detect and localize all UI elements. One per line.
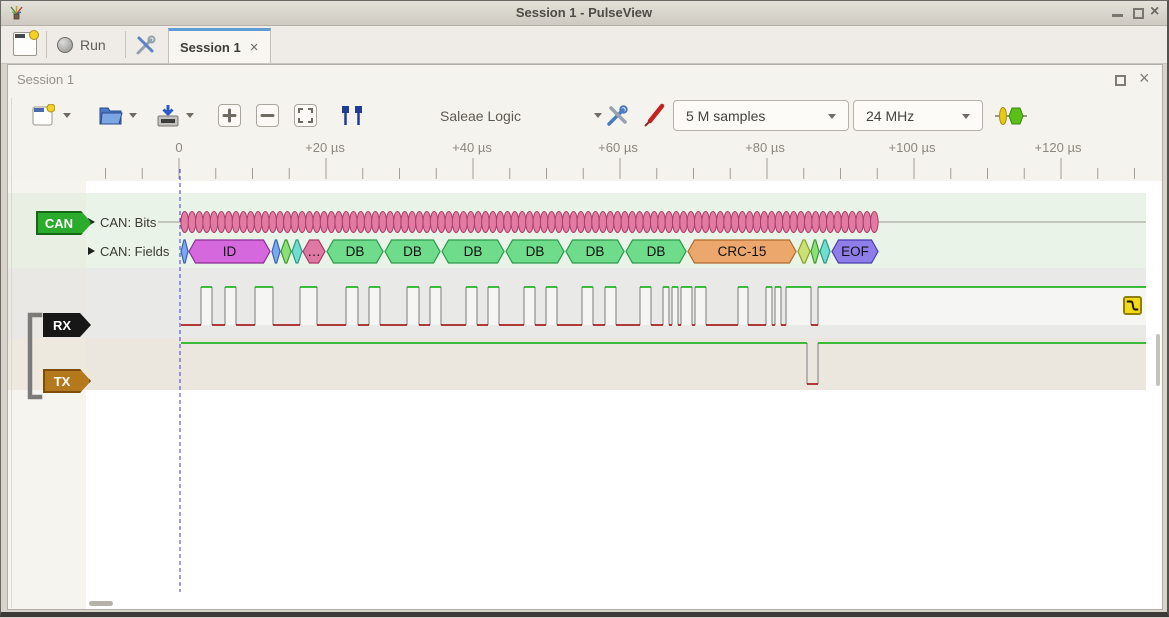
tab-label: Session 1 [180,40,241,55]
device-select-value: Saleae Logic [440,108,521,124]
subwindow-title: Session 1 [17,72,74,87]
save-dropdown-arrow[interactable] [186,113,194,118]
run-button[interactable]: Run [57,31,115,58]
ruler-label: +100 µs [889,140,936,155]
open-file-button[interactable] [98,104,124,131]
rx-row-background [86,268,1146,338]
probe-icon [639,102,666,129]
ruler-label: +60 µs [598,140,638,155]
new-file-button[interactable] [31,104,55,133]
toolbar-separator [46,31,47,58]
chevron-down-icon [594,113,602,118]
subwindow-maximize-button[interactable] [1115,75,1126,86]
channels-probe-button[interactable] [639,102,666,134]
device-config-button[interactable] [603,102,630,134]
tx-row-background [86,338,1146,390]
zoom-in-button[interactable] [218,104,241,127]
minus-icon [260,108,275,123]
minimize-button[interactable] [1112,14,1123,17]
new-file-dropdown-arrow[interactable] [63,113,71,118]
new-session-button[interactable] [12,31,38,57]
add-decoder-button[interactable] [995,105,1027,132]
chevron-down-icon [962,114,970,119]
sample-count-select[interactable]: 5 M samples [673,100,849,131]
vertical-scrollbar-thumb[interactable] [1156,334,1160,386]
sample-count-value: 5 M samples [686,108,765,124]
session-toolbar: Saleae Logic 5 M samples 24 MHz [8,98,1162,134]
ruler-label: 0 [175,140,182,155]
tab-session-1[interactable]: Session 1 × [168,28,271,63]
decoder-rows-background [86,193,1146,268]
ruler-label: +40 µs [452,140,492,155]
wrench-icon [603,102,630,129]
titlebar: Session 1 - PulseView × [1,1,1167,26]
plus-icon [222,108,237,123]
chevron-down-icon [828,114,836,119]
fit-icon [297,107,314,124]
maximize-button[interactable] [1133,8,1144,19]
sample-rate-select[interactable]: 24 MHz [853,100,983,131]
window-title: Session 1 - PulseView [1,5,1167,20]
run-state-icon [57,37,73,53]
sample-rate-value: 24 MHz [866,108,914,124]
time-ruler: 0 +20 µs +40 µs +60 µs +80 µs +100 µs +120 µs [1,140,1167,156]
subwindow-close-button[interactable]: × [1139,68,1150,89]
wrench-icon [133,44,157,61]
falling-edge-icon [1125,298,1140,313]
row-label-can-fields: CAN: Fields [100,244,169,259]
new-session-icon [13,32,37,56]
panel-divider [11,98,12,608]
zoom-fit-button[interactable] [294,104,317,127]
close-button[interactable]: × [1150,3,1159,21]
horizontal-scrollbar-thumb[interactable] [89,601,113,606]
tab-close-icon[interactable]: × [250,39,259,56]
ruler-label: +120 µs [1035,140,1082,155]
ruler-label: +20 µs [305,140,345,155]
expand-arrow-icon[interactable] [88,247,95,255]
trigger-button[interactable] [338,104,366,132]
settings-button[interactable] [133,33,157,57]
run-label: Run [80,37,106,53]
toolbar-separator [125,31,126,58]
open-file-dropdown-arrow[interactable] [129,113,137,118]
device-select[interactable]: Saleae Logic [426,100,616,131]
save-button[interactable] [155,104,181,133]
decoder-tag-can[interactable]: CAN [36,211,92,235]
trigger-marker[interactable] [1123,296,1142,315]
zoom-out-button[interactable] [256,104,279,127]
main-toolbar: Run Session 1 × [1,26,1167,64]
decoder-icon [995,105,1027,127]
ruler-label: +80 µs [745,140,785,155]
pulseview-window: Session 1 - PulseView × Run [0,0,1169,617]
row-label-can-bits: CAN: Bits [100,215,156,230]
